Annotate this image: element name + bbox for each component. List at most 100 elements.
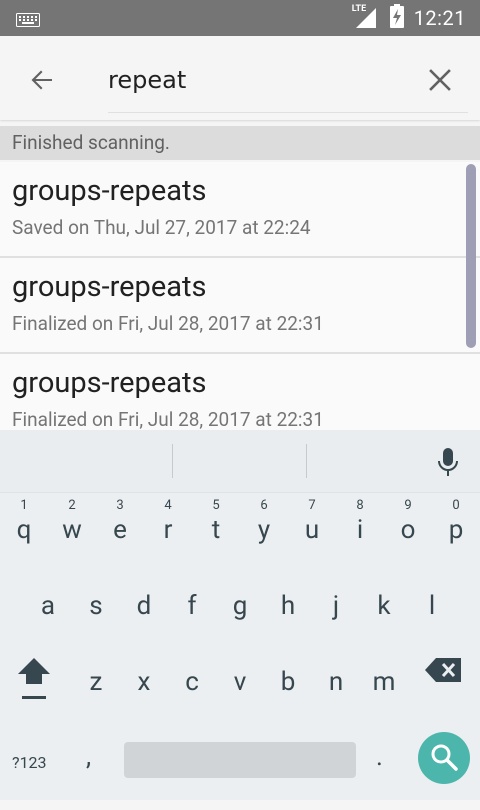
search-input[interactable] <box>108 60 408 100</box>
microphone-icon[interactable] <box>436 446 460 478</box>
list-item-title: groups-repeats <box>12 270 207 304</box>
symbols-key[interactable]: ?123 <box>12 748 64 778</box>
key-c[interactable]: c <box>168 644 216 720</box>
key-label: u <box>304 515 320 545</box>
soft-keyboard: q1w2e3r4t5y6u7i8o9p0 asdfghjkl zxcvbnm ?… <box>0 430 480 800</box>
key-number-hint: 3 <box>116 498 124 513</box>
key-j[interactable]: j <box>312 568 360 644</box>
key-row-3: z x c v b nm <box>0 644 480 720</box>
key-l[interactable]: l <box>408 568 456 644</box>
status-bar: LTE 12:21 <box>0 0 480 36</box>
signal-icon: LTE <box>351 4 380 30</box>
key-h[interactable]: h <box>264 568 312 644</box>
backspace-key-icon[interactable] <box>424 654 464 686</box>
period-key[interactable]: . <box>376 742 396 782</box>
clock-time: 12:21 <box>413 6 466 30</box>
key-row-2: asdfghjkl <box>0 568 480 644</box>
key-d[interactable]: d <box>120 568 168 644</box>
key-label: p <box>448 515 464 545</box>
key-label: f <box>187 591 197 621</box>
key-o[interactable]: o9 <box>384 492 432 568</box>
key-label: s <box>89 591 103 621</box>
key-label: e <box>113 515 127 545</box>
key-v[interactable]: v <box>216 644 264 720</box>
search-key[interactable] <box>418 732 470 784</box>
form-list[interactable]: groups-repeats Saved on Thu, Jul 27, 201… <box>0 162 480 430</box>
key-w[interactable]: w2 <box>48 492 96 568</box>
key-label: o <box>400 515 416 545</box>
list-item[interactable]: groups-repeats Finalized on Fri, Jul 28,… <box>0 354 480 430</box>
key-number-hint: 6 <box>260 498 268 513</box>
key-e[interactable]: e3 <box>96 492 144 568</box>
search-icon <box>431 744 458 771</box>
list-item-title: groups-repeats <box>12 174 207 208</box>
key-label: x <box>137 667 151 697</box>
key-g[interactable]: g <box>216 568 264 644</box>
shift-key-icon[interactable] <box>14 652 54 706</box>
key-a[interactable]: a <box>24 568 72 644</box>
key-x[interactable]: x <box>120 644 168 720</box>
network-type-label: LTE <box>351 4 367 14</box>
suggestion-strip <box>0 430 480 493</box>
key-label: z <box>89 667 103 697</box>
key-n[interactable]: n <box>312 644 360 720</box>
key-label: d <box>136 591 152 621</box>
list-item[interactable]: groups-repeats Saved on Thu, Jul 27, 201… <box>0 162 480 258</box>
scrollbar-thumb[interactable] <box>466 164 476 348</box>
key-s[interactable]: s <box>72 568 120 644</box>
key-label: b <box>280 667 296 697</box>
key-q[interactable]: q1 <box>0 492 48 568</box>
suggestion-divider <box>306 444 307 478</box>
key-label: w <box>62 515 82 545</box>
key-i[interactable]: i8 <box>336 492 384 568</box>
key-label: j <box>332 591 340 621</box>
key-number-hint: 4 <box>164 498 172 513</box>
key-row-4: ?123 , . <box>0 732 480 810</box>
key-label: y <box>257 515 271 545</box>
space-key[interactable] <box>124 742 356 778</box>
list-item-title: groups-repeats <box>12 366 207 400</box>
key-number-hint: 9 <box>404 498 412 513</box>
key-label: l <box>428 591 436 621</box>
scan-status-banner: Finished scanning. <box>0 126 480 160</box>
battery-charging-icon <box>389 4 404 32</box>
keyboard-icon <box>16 12 40 31</box>
key-r[interactable]: r4 <box>144 492 192 568</box>
list-item[interactable]: groups-repeats Finalized on Fri, Jul 28,… <box>0 258 480 354</box>
key-y[interactable]: y6 <box>240 492 288 568</box>
key-label: a <box>40 591 56 621</box>
suggestion-divider <box>172 444 173 478</box>
key-label: n <box>328 667 344 697</box>
key-label: v <box>233 667 247 697</box>
list-item-subtitle: Saved on Thu, Jul 27, 2017 at 22:24 <box>12 216 311 239</box>
key-m[interactable]: m <box>360 644 408 720</box>
key-number-hint: 1 <box>20 498 28 513</box>
key-p[interactable]: p0 <box>432 492 480 568</box>
back-arrow-icon[interactable] <box>26 64 58 96</box>
key-label: k <box>377 591 391 621</box>
key-number-hint: 7 <box>308 498 316 513</box>
key-u[interactable]: u7 <box>288 492 336 568</box>
key-t[interactable]: t5 <box>192 492 240 568</box>
comma-key[interactable]: , <box>86 742 106 782</box>
key-number-hint: 8 <box>356 498 364 513</box>
key-z[interactable]: z <box>72 644 120 720</box>
key-b[interactable]: b <box>264 644 312 720</box>
list-item-subtitle: Finalized on Fri, Jul 28, 2017 at 22:31 <box>12 312 324 335</box>
key-label: h <box>280 591 296 621</box>
close-icon[interactable] <box>424 64 456 96</box>
key-label: g <box>232 591 248 621</box>
key-label: t <box>211 515 221 545</box>
key-label: q <box>16 515 32 545</box>
key-label: c <box>185 667 199 697</box>
key-number-hint: 0 <box>452 498 460 513</box>
key-label: m <box>372 667 396 697</box>
key-number-hint: 2 <box>68 498 76 513</box>
key-label: r <box>163 515 173 545</box>
key-k[interactable]: k <box>360 568 408 644</box>
search-toolbar <box>0 36 480 120</box>
search-field[interactable] <box>108 60 468 113</box>
key-f[interactable]: f <box>168 568 216 644</box>
key-number-hint: 5 <box>212 498 220 513</box>
list-item-subtitle: Finalized on Fri, Jul 28, 2017 at 22:31 <box>12 408 324 430</box>
